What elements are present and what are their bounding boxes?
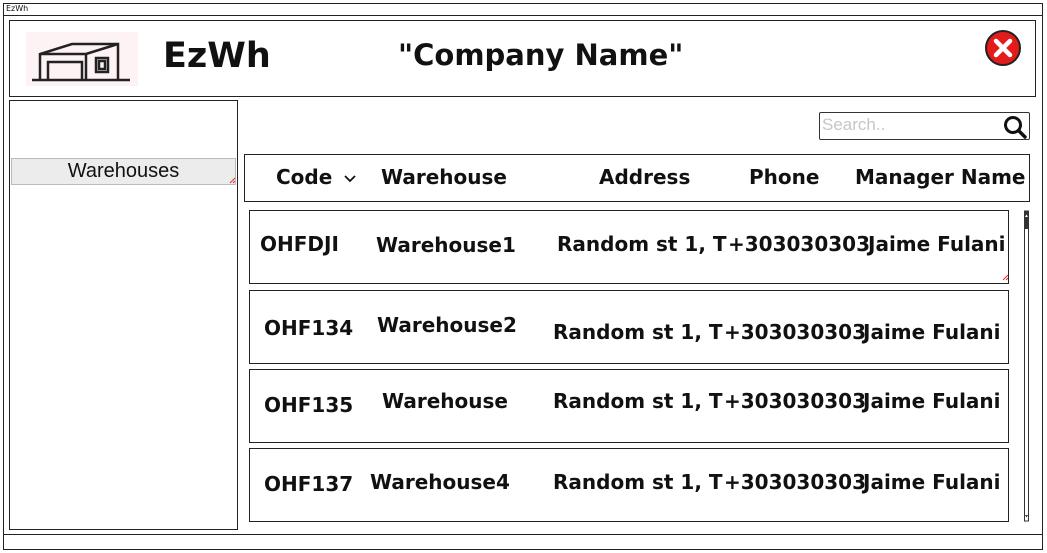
row-warehouse: Warehouse2 xyxy=(377,313,517,337)
company-name: "Company Name" xyxy=(398,38,684,72)
sidebar-item-label: Warehouses xyxy=(67,160,180,182)
row-code: OHF137 xyxy=(264,472,354,496)
vertical-scrollbar[interactable] xyxy=(1022,210,1031,522)
close-button[interactable] xyxy=(985,30,1021,66)
brand-title: EzWh xyxy=(163,36,271,76)
row-code: OHF135 xyxy=(264,393,354,417)
row-warehouse: Warehouse1 xyxy=(376,233,516,257)
row-warehouse: Warehouse xyxy=(382,389,508,413)
row-address: Random st 1, T xyxy=(557,232,727,256)
chevron-down-icon xyxy=(344,175,356,183)
row-manager: Jaime Fulani xyxy=(868,232,1006,256)
resize-corner-icon xyxy=(1002,274,1009,281)
row-manager: Jaime Fulani xyxy=(863,320,1001,344)
column-header-code[interactable]: Code xyxy=(276,165,357,189)
window-title: EzWh xyxy=(3,3,1043,16)
column-header-label: Code xyxy=(276,165,333,189)
column-header-warehouse[interactable]: Warehouse xyxy=(381,165,507,189)
row-code: OHF134 xyxy=(264,316,354,340)
search-input[interactable] xyxy=(822,114,997,136)
warehouse-logo-icon xyxy=(26,32,138,86)
sidebar-item-warehouses[interactable]: Warehouses xyxy=(11,158,236,185)
column-header-address[interactable]: Address xyxy=(599,165,690,189)
row-manager: Jaime Fulani xyxy=(863,389,1001,413)
column-header-manager-name[interactable]: Manager Name xyxy=(855,165,1025,189)
search-icon[interactable] xyxy=(1003,115,1028,139)
row-address: Random st 1, T xyxy=(553,389,723,413)
column-header-phone[interactable]: Phone xyxy=(749,165,819,189)
row-address: Random st 1, T xyxy=(553,470,723,494)
close-icon xyxy=(993,38,1013,58)
row-phone: +303030303 xyxy=(724,320,867,344)
row-code: OHFDJI xyxy=(260,232,339,256)
row-phone: +303030303 xyxy=(724,470,867,494)
row-manager: Jaime Fulani xyxy=(863,470,1001,494)
resize-corner-icon xyxy=(229,177,236,184)
row-phone: +303030303 xyxy=(724,389,867,413)
row-address: Random st 1, T xyxy=(553,320,723,344)
row-warehouse: Warehouse4 xyxy=(370,470,510,494)
scroll-down-icon xyxy=(1025,515,1028,518)
row-phone: +303030303 xyxy=(728,232,871,256)
status-bar xyxy=(3,534,1043,535)
